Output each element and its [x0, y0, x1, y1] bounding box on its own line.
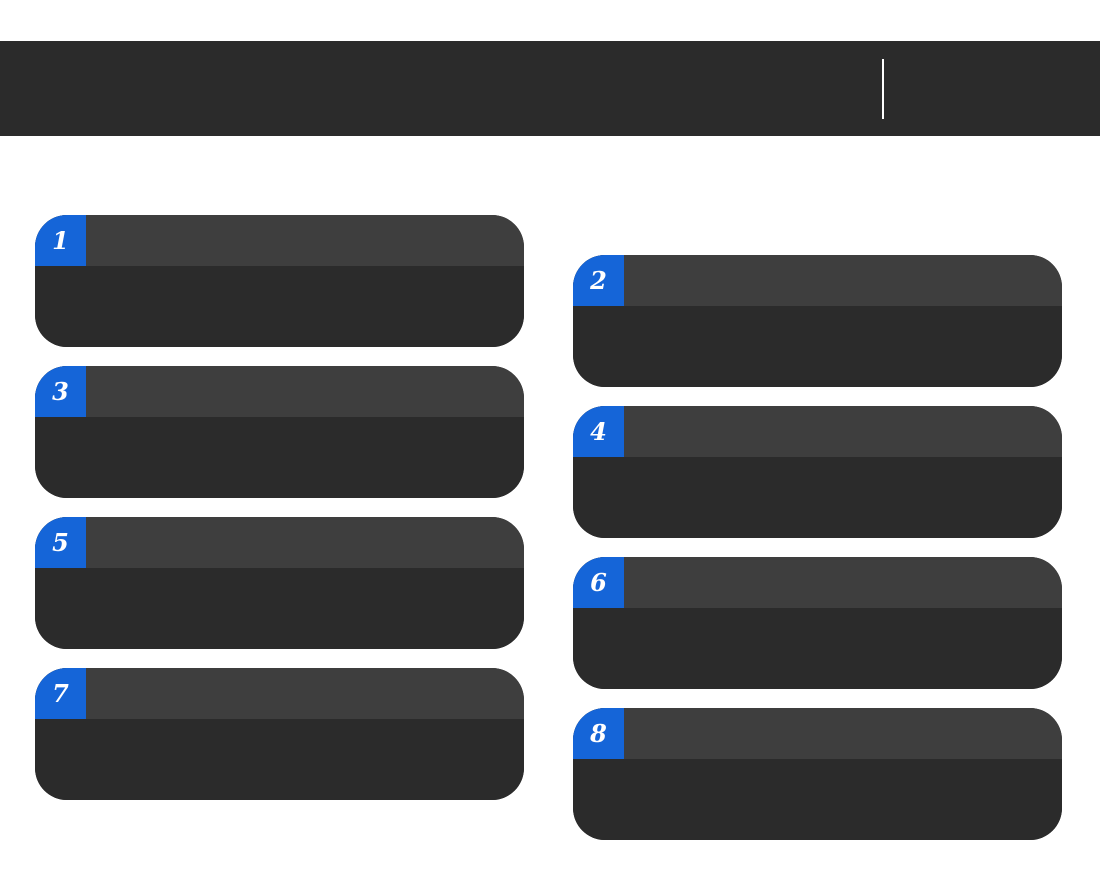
step-card-6: 6 — [573, 557, 1062, 689]
card-body — [573, 759, 1062, 840]
card-body — [35, 719, 524, 800]
card-header — [573, 406, 1062, 457]
step-card-5: 5 — [35, 517, 524, 649]
card-header — [35, 668, 524, 719]
card-body — [573, 608, 1062, 689]
card-body — [35, 266, 524, 347]
card-header — [35, 366, 524, 417]
step-card-1: 1 — [35, 215, 524, 347]
step-number-badge: 1 — [35, 215, 86, 266]
step-number-badge: 6 — [573, 557, 624, 608]
step-number-badge: 8 — [573, 708, 624, 759]
step-card-8: 8 — [573, 708, 1062, 840]
banner-divider — [882, 59, 884, 119]
step-card-3: 3 — [35, 366, 524, 498]
step-card-2: 2 — [573, 255, 1062, 387]
card-body — [573, 306, 1062, 387]
step-number-badge: 4 — [573, 406, 624, 457]
card-body — [35, 417, 524, 498]
card-header — [573, 255, 1062, 306]
step-number-badge: 2 — [573, 255, 624, 306]
step-card-4: 4 — [573, 406, 1062, 538]
page: 1 2 3 4 5 6 7 8 — [0, 0, 1100, 888]
card-body — [573, 457, 1062, 538]
step-card-7: 7 — [35, 668, 524, 800]
card-header — [35, 517, 524, 568]
card-body — [35, 568, 524, 649]
card-header — [35, 215, 524, 266]
step-number-badge: 3 — [35, 366, 86, 417]
step-number-badge: 5 — [35, 517, 86, 568]
step-number-badge: 7 — [35, 668, 86, 719]
card-header — [573, 708, 1062, 759]
top-banner — [0, 41, 1100, 136]
card-header — [573, 557, 1062, 608]
